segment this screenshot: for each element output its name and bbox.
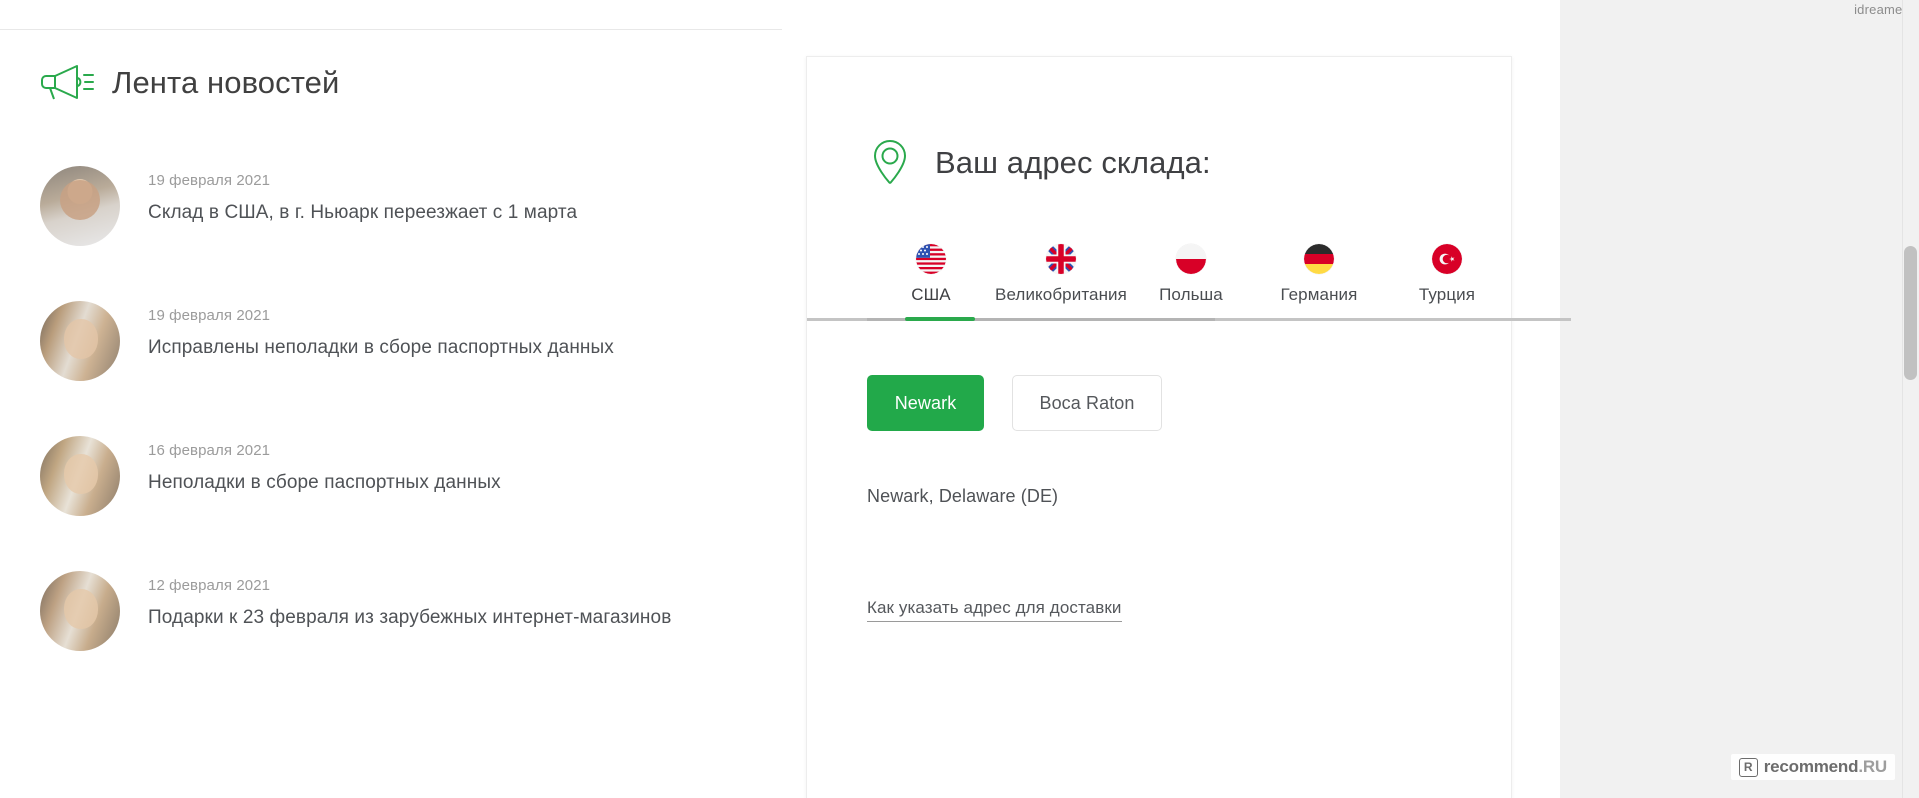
warehouse-address-text: Newark, Delaware (DE) [867,486,1059,507]
news-item-title[interactable]: Подарки к 23 февраля из зарубежных интер… [148,607,671,629]
news-feed-section: Лента новостей 19 февраля 2021 Склад в С… [0,44,790,706]
flag-germany-icon [1303,244,1334,275]
news-list-item[interactable]: 16 февраля 2021 Неполадки в сборе паспор… [0,435,790,571]
avatar [40,570,120,651]
news-item-title[interactable]: Неполадки в сборе паспортных данных [148,472,501,494]
news-list-item[interactable]: 19 февраля 2021 Исправлены неполадки в с… [0,300,790,436]
warehouse-address-card: Ваш адрес склада: США Великобритания Пол… [806,56,1571,798]
watermark-badge-icon: R [1738,757,1758,777]
news-feed-title: Лента новостей [112,64,340,100]
city-button-boca-raton[interactable]: Boca Raton [1012,375,1162,432]
news-item-body: 16 февраля 2021 Неполадки в сборе паспор… [148,436,501,494]
avatar [40,435,120,516]
flag-uk-icon [1045,244,1076,275]
tab-poland[interactable]: Польша [1127,244,1255,321]
tab-label: Турция [1418,285,1476,305]
tab-label: Великобритания [995,285,1127,305]
city-button-newark[interactable]: Newark [867,375,984,432]
watermark-recommend-ru: R recommend.RU [1730,754,1895,780]
tab-label: Польша [1159,285,1223,305]
news-list: 19 февраля 2021 Склад в США, в г. Ньюарк… [0,165,790,706]
avatar [40,300,120,381]
how-to-specify-address-link[interactable]: Как указать адрес для доставки [867,598,1122,622]
watermark-text-strong: recommend [1763,757,1859,776]
news-item-body: 12 февраля 2021 Подарки к 23 февраля из … [148,571,671,629]
news-list-item[interactable]: 12 февраля 2021 Подарки к 23 февраля из … [0,570,790,706]
news-item-date: 12 февраля 2021 [148,576,271,594]
warehouse-card-header: Ваш адрес склада: [807,57,1511,206]
tab-turkey[interactable]: Турция [1383,244,1511,321]
watermark-text: recommend.RU [1764,757,1887,777]
tab-uk[interactable]: Великобритания [995,244,1127,321]
news-item-body: 19 февраля 2021 Исправлены неполадки в с… [148,301,614,359]
news-item-date: 16 февраля 2021 [148,441,271,459]
flag-turkey-icon [1431,244,1462,275]
news-feed-header: Лента новостей [0,44,790,122]
page-scrollbar-thumb[interactable] [1904,246,1917,380]
watermark-top-label: idreamer [1854,2,1907,17]
page-outer-background [1560,0,1919,798]
megaphone-icon [40,61,96,105]
city-button-group: Newark Boca Raton [867,375,1511,432]
flag-usa-icon [916,244,946,275]
tab-active-underline [905,317,975,322]
news-item-date: 19 февраля 2021 [148,306,271,324]
warehouse-card-body: Newark Boca Raton Newark, Delaware (DE) [807,321,1511,507]
warehouse-card-title: Ваш адрес склада: [935,144,1211,180]
news-item-body: 19 февраля 2021 Склад в США, в г. Ньюарк… [148,166,577,224]
tab-germany[interactable]: Германия [1255,244,1383,321]
flag-poland-icon [1175,244,1206,275]
page-scrollbar-track[interactable] [1902,0,1919,798]
tab-label: Германия [1280,285,1358,305]
header-divider [0,29,782,30]
news-item-title[interactable]: Склад в США, в г. Ньюарк переезжает с 1 … [148,202,577,224]
avatar [40,165,120,246]
news-list-item[interactable]: 19 февраля 2021 Склад в США, в г. Ньюарк… [0,165,790,301]
location-pin-icon [867,138,913,188]
tab-label: США [911,285,951,305]
news-item-title[interactable]: Исправлены неполадки в сборе паспортных … [148,337,614,359]
news-item-date: 19 февраля 2021 [148,171,271,189]
country-tabs: США Великобритания Польша Германия Турци… [807,244,1571,322]
watermark-text-dim: .RU [1858,757,1887,776]
tab-usa[interactable]: США [867,244,995,322]
